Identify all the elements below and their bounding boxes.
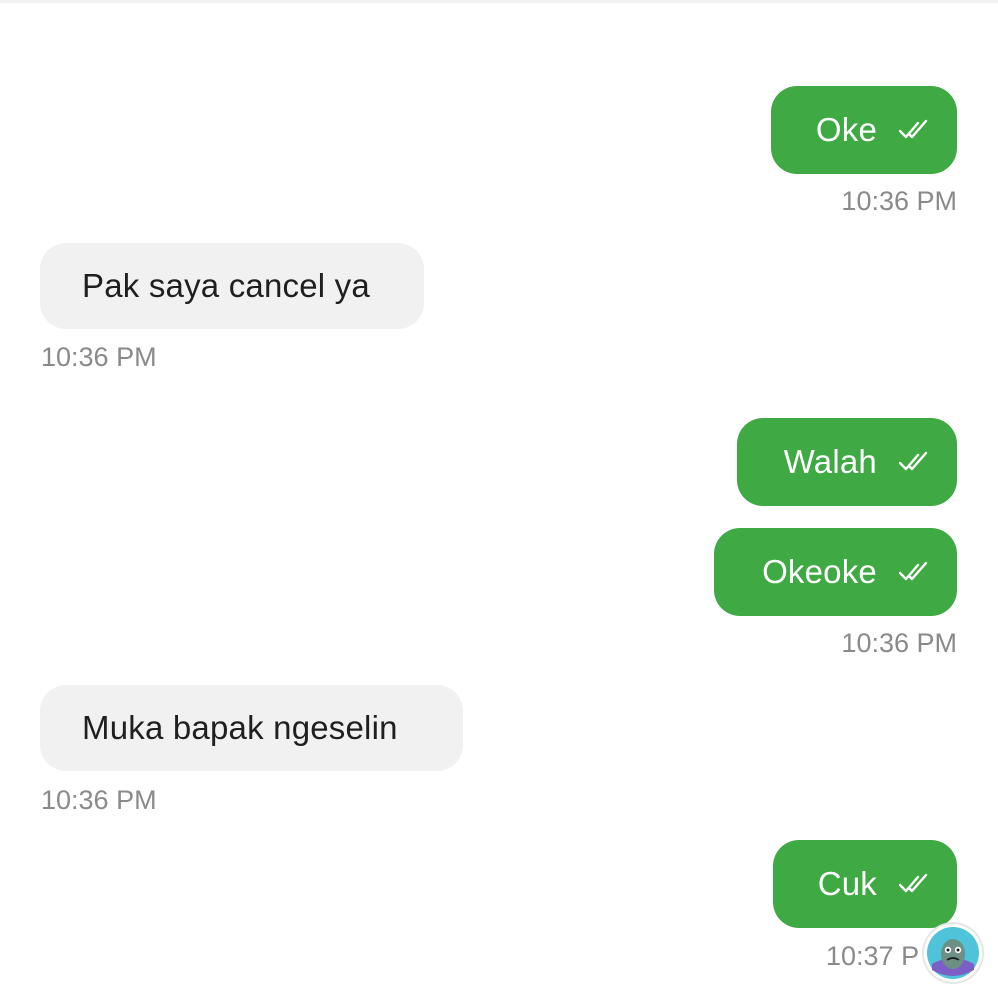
double-check-icon — [899, 561, 928, 581]
message-bubble-outgoing[interactable]: Oke — [771, 86, 957, 174]
message-timestamp: 10:36 PM — [41, 342, 157, 372]
message-text: Cuk — [817, 865, 877, 902]
message-timestamp: 10:37 P — [826, 941, 920, 971]
message-timestamp: 10:36 PM — [41, 785, 157, 815]
message-text: Okeoke — [762, 553, 877, 590]
message-timestamp: 10:36 PM — [841, 186, 957, 216]
message-timestamp: 10:36 PM — [841, 628, 957, 658]
message-bubble-outgoing[interactable]: Okeoke — [714, 528, 957, 616]
double-check-icon — [899, 873, 928, 893]
message-bubble-outgoing[interactable]: Walah — [737, 418, 957, 506]
message-bubble-outgoing[interactable]: Cuk — [773, 840, 957, 928]
message-text: Pak saya cancel ya — [82, 267, 370, 304]
message-bubble-incoming[interactable]: Muka bapak ngeselin — [40, 685, 463, 771]
double-check-icon — [899, 451, 928, 471]
double-check-icon — [899, 119, 928, 139]
message-bubble-incoming[interactable]: Pak saya cancel ya — [40, 243, 424, 329]
avatar-logo-icon — [924, 924, 982, 982]
message-text: Muka bapak ngeselin — [82, 709, 398, 746]
message-text: Oke — [815, 111, 877, 148]
message-text: Walah — [783, 443, 877, 480]
top-divider — [0, 0, 998, 3]
